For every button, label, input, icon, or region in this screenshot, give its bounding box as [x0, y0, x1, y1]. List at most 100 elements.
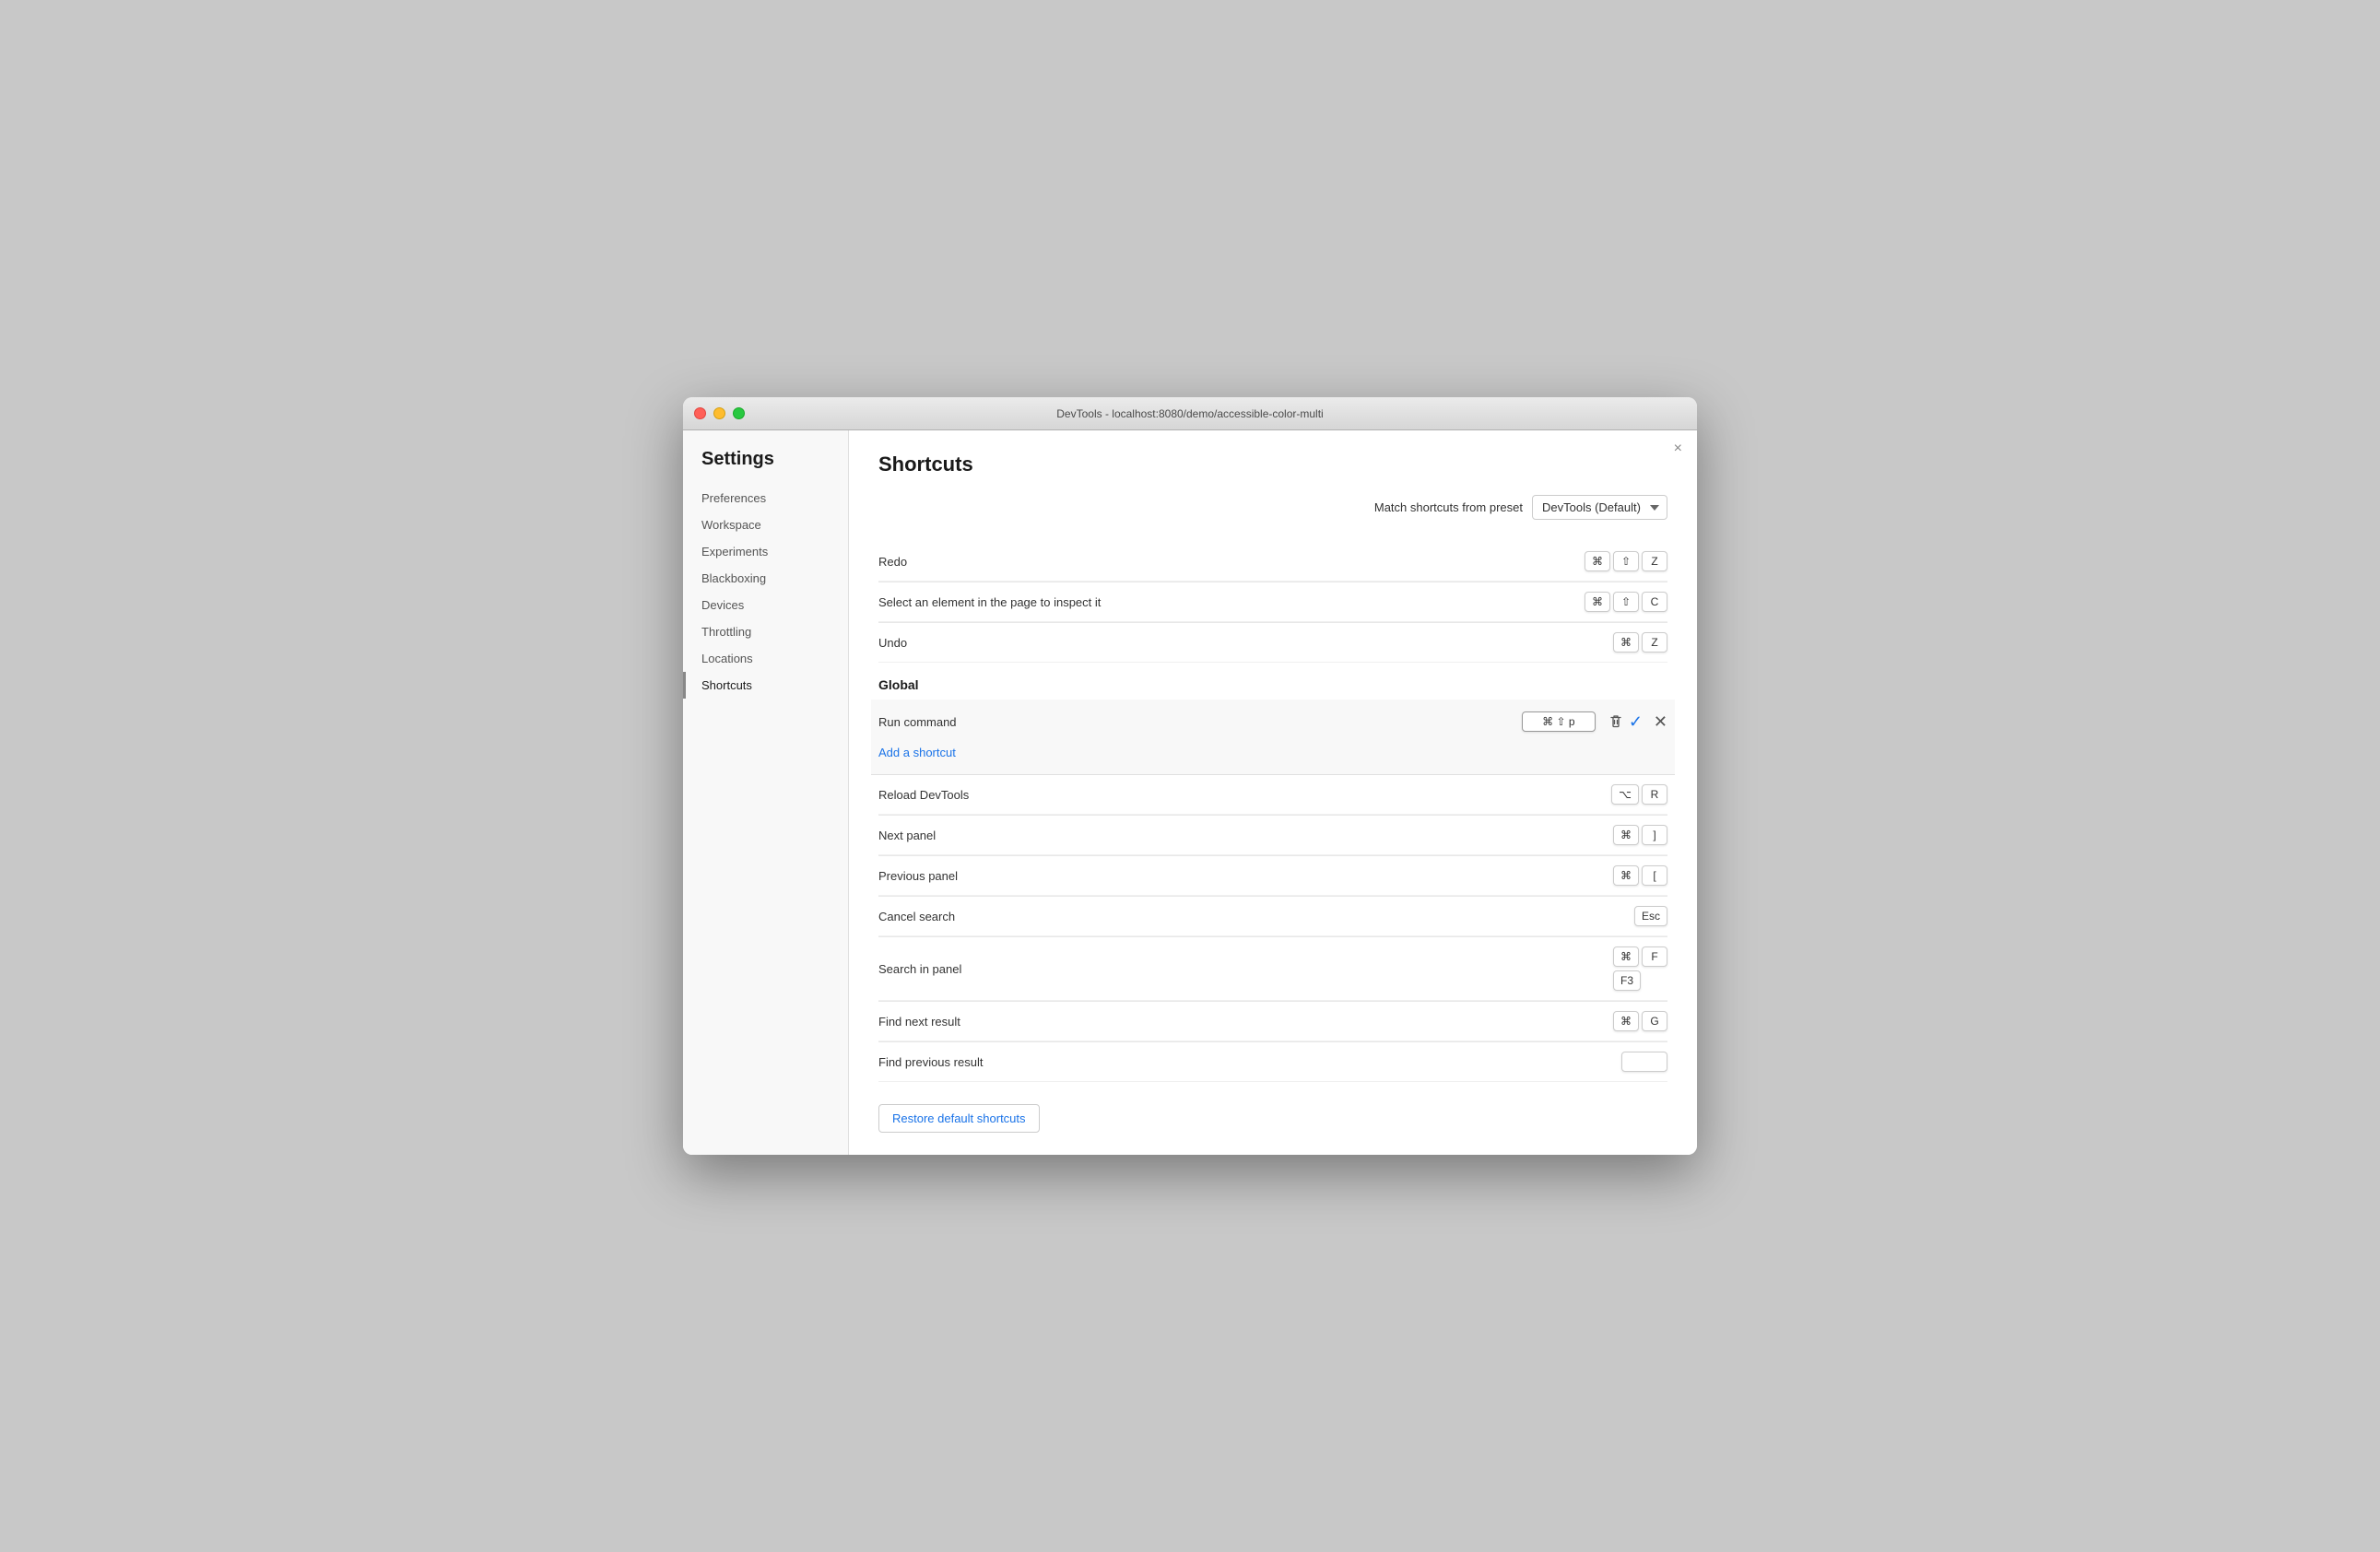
key-cmd: ⌘	[1613, 946, 1639, 967]
key-shift: ⇧	[1613, 592, 1639, 612]
shortcut-name-next-panel: Next panel	[878, 829, 1613, 842]
sidebar: Settings Preferences Workspace Experimen…	[683, 430, 849, 1155]
key-combo-find-prev	[1621, 1052, 1667, 1072]
shortcut-keys-redo: ⌘ ⇧ Z	[1585, 551, 1667, 571]
key-opt: ⌥	[1611, 784, 1639, 805]
key-combo-redo: ⌘ ⇧ Z	[1585, 551, 1667, 571]
key-cmd: ⌘	[1585, 592, 1610, 612]
shortcut-keys-search-panel: ⌘ F F3	[1613, 946, 1667, 991]
key-combo-cancel-search: Esc	[1634, 906, 1667, 926]
shortcut-keys-find-next: ⌘ G	[1613, 1011, 1667, 1031]
shortcut-keys-find-prev	[1621, 1052, 1667, 1072]
cancel-edit-button[interactable]: ✕	[1654, 712, 1667, 732]
key-combo-run-command-editing[interactable]: ⌘ ⇧ p	[1522, 711, 1596, 732]
shortcut-reload-devtools: Reload DevTools ⌥ R	[878, 775, 1667, 815]
shortcut-name-inspect: Select an element in the page to inspect…	[878, 595, 1585, 609]
minimize-traffic-light[interactable]	[713, 407, 725, 419]
restore-default-shortcuts-button[interactable]: Restore default shortcuts	[878, 1104, 1040, 1133]
sidebar-item-blackboxing[interactable]: Blackboxing	[683, 565, 848, 592]
titlebar: DevTools - localhost:8080/demo/accessibl…	[683, 397, 1697, 430]
shortcut-cancel-search: Cancel search Esc	[878, 897, 1667, 936]
run-command-edit-area: ⌘ ⇧ p	[1522, 709, 1629, 735]
edit-confirm-cancel: ✓ ✕	[1629, 712, 1667, 732]
add-shortcut-row: Add a shortcut	[878, 740, 1667, 765]
shortcut-name-undo: Undo	[878, 636, 1613, 650]
shortcut-inspect: Select an element in the page to inspect…	[878, 582, 1667, 622]
key-combo-next-panel: ⌘ ]	[1613, 825, 1667, 845]
shortcut-name-reload: Reload DevTools	[878, 788, 1611, 802]
key-combo-search-panel-2: F3	[1613, 970, 1641, 991]
key-bracket-right: ]	[1642, 825, 1667, 845]
preset-row: Match shortcuts from preset DevTools (De…	[878, 495, 1667, 520]
sidebar-heading: Settings	[683, 449, 848, 485]
window-title: DevTools - localhost:8080/demo/accessibl…	[1056, 407, 1323, 420]
key-z: Z	[1642, 632, 1667, 653]
content-area: × Settings Preferences Workspace Experim…	[683, 430, 1697, 1155]
shortcut-keys-inspect: ⌘ ⇧ C	[1585, 592, 1667, 612]
global-shortcuts-section: Global Run command ⌘ ⇧ p	[878, 663, 1667, 1082]
key-cmd: ⌘	[1613, 632, 1639, 653]
shortcut-name-find-prev: Find previous result	[878, 1055, 1621, 1069]
shortcut-undo: Undo ⌘ Z	[878, 623, 1667, 663]
key-cmd: ⌘	[1613, 865, 1639, 886]
key-f3: F3	[1613, 970, 1641, 991]
key-z: Z	[1642, 551, 1667, 571]
shortcut-search-panel: Search in panel ⌘ F F3	[878, 937, 1667, 1001]
shortcut-name-find-next: Find next result	[878, 1015, 1613, 1029]
shortcut-find-prev: Find previous result	[878, 1042, 1667, 1082]
sidebar-item-throttling[interactable]: Throttling	[683, 618, 848, 645]
maximize-traffic-light[interactable]	[733, 407, 745, 419]
preset-label: Match shortcuts from preset	[1374, 500, 1523, 514]
key-r: R	[1642, 784, 1667, 805]
key-placeholder	[1621, 1052, 1667, 1072]
key-esc: Esc	[1634, 906, 1667, 926]
shortcut-name-previous-panel: Previous panel	[878, 869, 1613, 883]
shortcut-name-cancel-search: Cancel search	[878, 910, 1634, 923]
key-combo-reload: ⌥ R	[1611, 784, 1667, 805]
traffic-lights	[694, 407, 745, 419]
global-section-header: Global	[878, 663, 1667, 700]
sidebar-item-shortcuts[interactable]: Shortcuts	[683, 672, 848, 699]
shortcut-name-search-panel: Search in panel	[878, 962, 1613, 976]
main-content: Shortcuts Match shortcuts from preset De…	[849, 430, 1697, 1155]
shortcut-next-panel: Next panel ⌘ ]	[878, 816, 1667, 855]
unnamed-shortcuts-section: Redo ⌘ ⇧ Z Select an element in the page…	[878, 542, 1667, 663]
key-cmd: ⌘	[1613, 825, 1639, 845]
key-combo-search-panel-1: ⌘ F	[1613, 946, 1667, 967]
page-title: Shortcuts	[878, 453, 1667, 476]
sidebar-item-preferences[interactable]: Preferences	[683, 485, 848, 511]
devtools-window: DevTools - localhost:8080/demo/accessibl…	[683, 397, 1697, 1155]
shortcut-keys-previous-panel: ⌘ [	[1613, 865, 1667, 886]
key-c: C	[1642, 592, 1667, 612]
shortcut-previous-panel: Previous panel ⌘ [	[878, 856, 1667, 896]
close-traffic-light[interactable]	[694, 407, 706, 419]
key-shift: ⇧	[1613, 551, 1639, 571]
delete-shortcut-icon[interactable]	[1603, 709, 1629, 735]
shortcut-name-redo: Redo	[878, 555, 1585, 569]
key-bracket-left: [	[1642, 865, 1667, 886]
sidebar-item-locations[interactable]: Locations	[683, 645, 848, 672]
shortcut-keys-cancel-search: Esc	[1634, 906, 1667, 926]
close-button[interactable]: ×	[1674, 441, 1682, 456]
preset-select[interactable]: DevTools (Default) Visual Studio Code	[1532, 495, 1667, 520]
shortcut-redo: Redo ⌘ ⇧ Z	[878, 542, 1667, 582]
confirm-edit-button[interactable]: ✓	[1629, 712, 1643, 732]
key-g: G	[1642, 1011, 1667, 1031]
key-cmd: ⌘	[1613, 1011, 1639, 1031]
key-cmd: ⌘	[1585, 551, 1610, 571]
sidebar-item-workspace[interactable]: Workspace	[683, 511, 848, 538]
shortcut-name-run-command: Run command	[878, 715, 1522, 729]
key-combo-undo: ⌘ Z	[1613, 632, 1667, 653]
key-f: F	[1642, 946, 1667, 967]
add-shortcut-link[interactable]: Add a shortcut	[878, 746, 956, 759]
sidebar-item-experiments[interactable]: Experiments	[683, 538, 848, 565]
shortcut-keys-reload: ⌥ R	[1611, 784, 1667, 805]
run-command-row: Run command ⌘ ⇧ p ✓	[878, 709, 1667, 740]
shortcut-keys-undo: ⌘ Z	[1613, 632, 1667, 653]
shortcut-keys-next-panel: ⌘ ]	[1613, 825, 1667, 845]
sidebar-item-devices[interactable]: Devices	[683, 592, 848, 618]
key-combo-find-next: ⌘ G	[1613, 1011, 1667, 1031]
shortcut-run-command: Run command ⌘ ⇧ p ✓	[871, 700, 1675, 775]
key-combo-inspect: ⌘ ⇧ C	[1585, 592, 1667, 612]
key-combo-previous-panel: ⌘ [	[1613, 865, 1667, 886]
